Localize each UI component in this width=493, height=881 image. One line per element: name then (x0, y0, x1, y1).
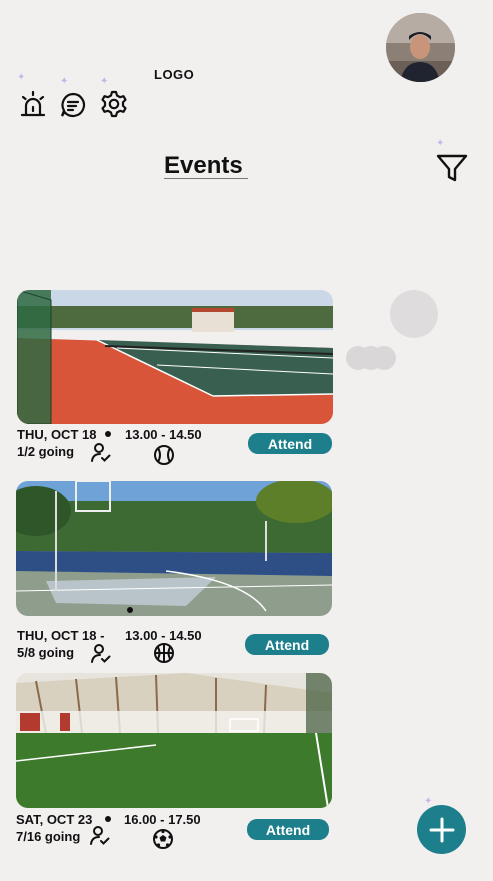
attendee-check-icon (89, 825, 111, 847)
avatar[interactable] (386, 13, 455, 82)
basketball-icon (153, 642, 175, 664)
attendee-check-icon (90, 442, 112, 464)
event-going: 5/8 going (17, 645, 75, 660)
attend-button[interactable]: Attend (247, 819, 329, 840)
placeholder-dot (372, 346, 396, 370)
add-event-button[interactable] (417, 805, 466, 854)
alarm-icon[interactable] (18, 89, 48, 119)
placeholder-circle (390, 290, 438, 338)
chat-icon[interactable] (58, 90, 88, 120)
separator-dot (105, 816, 111, 822)
carousel-dot (127, 607, 133, 613)
attend-button[interactable]: Attend (245, 634, 329, 655)
event-date: THU, OCT 18 - (17, 628, 105, 643)
event-image-basketball-court[interactable] (16, 481, 332, 616)
event-going: 7/16 going (16, 829, 81, 844)
event-time: 16.00 - 17.50 (124, 812, 201, 827)
event-date: SAT, OCT 23 (16, 812, 93, 827)
event-image-football-pitch[interactable] (16, 673, 332, 808)
attendee-check-icon (90, 643, 112, 665)
separator-dot (105, 431, 111, 437)
attend-button[interactable]: Attend (248, 433, 332, 454)
settings-icon[interactable] (99, 89, 129, 119)
event-image-tennis-court[interactable] (17, 290, 333, 424)
event-date: THU, OCT 18 (17, 427, 97, 442)
tennis-ball-icon (153, 444, 175, 466)
sparkle-decoration: ✦ (60, 76, 69, 87)
app-logo: LOGO (154, 67, 195, 82)
plus-icon (429, 817, 454, 842)
sparkle-decoration: ✦ (100, 76, 109, 87)
sparkle-decoration: ✦ (436, 138, 445, 149)
event-time: 13.00 - 14.50 (125, 628, 202, 643)
event-time: 13.00 - 14.50 (125, 427, 202, 442)
event-going: 1/2 going (17, 444, 75, 459)
title-underline (164, 178, 248, 179)
page-title: Events (164, 152, 243, 179)
sparkle-decoration: ✦ (17, 72, 26, 83)
sparkle-decoration: ✦ (424, 796, 433, 807)
football-icon (152, 828, 174, 850)
filter-icon[interactable] (434, 150, 470, 186)
